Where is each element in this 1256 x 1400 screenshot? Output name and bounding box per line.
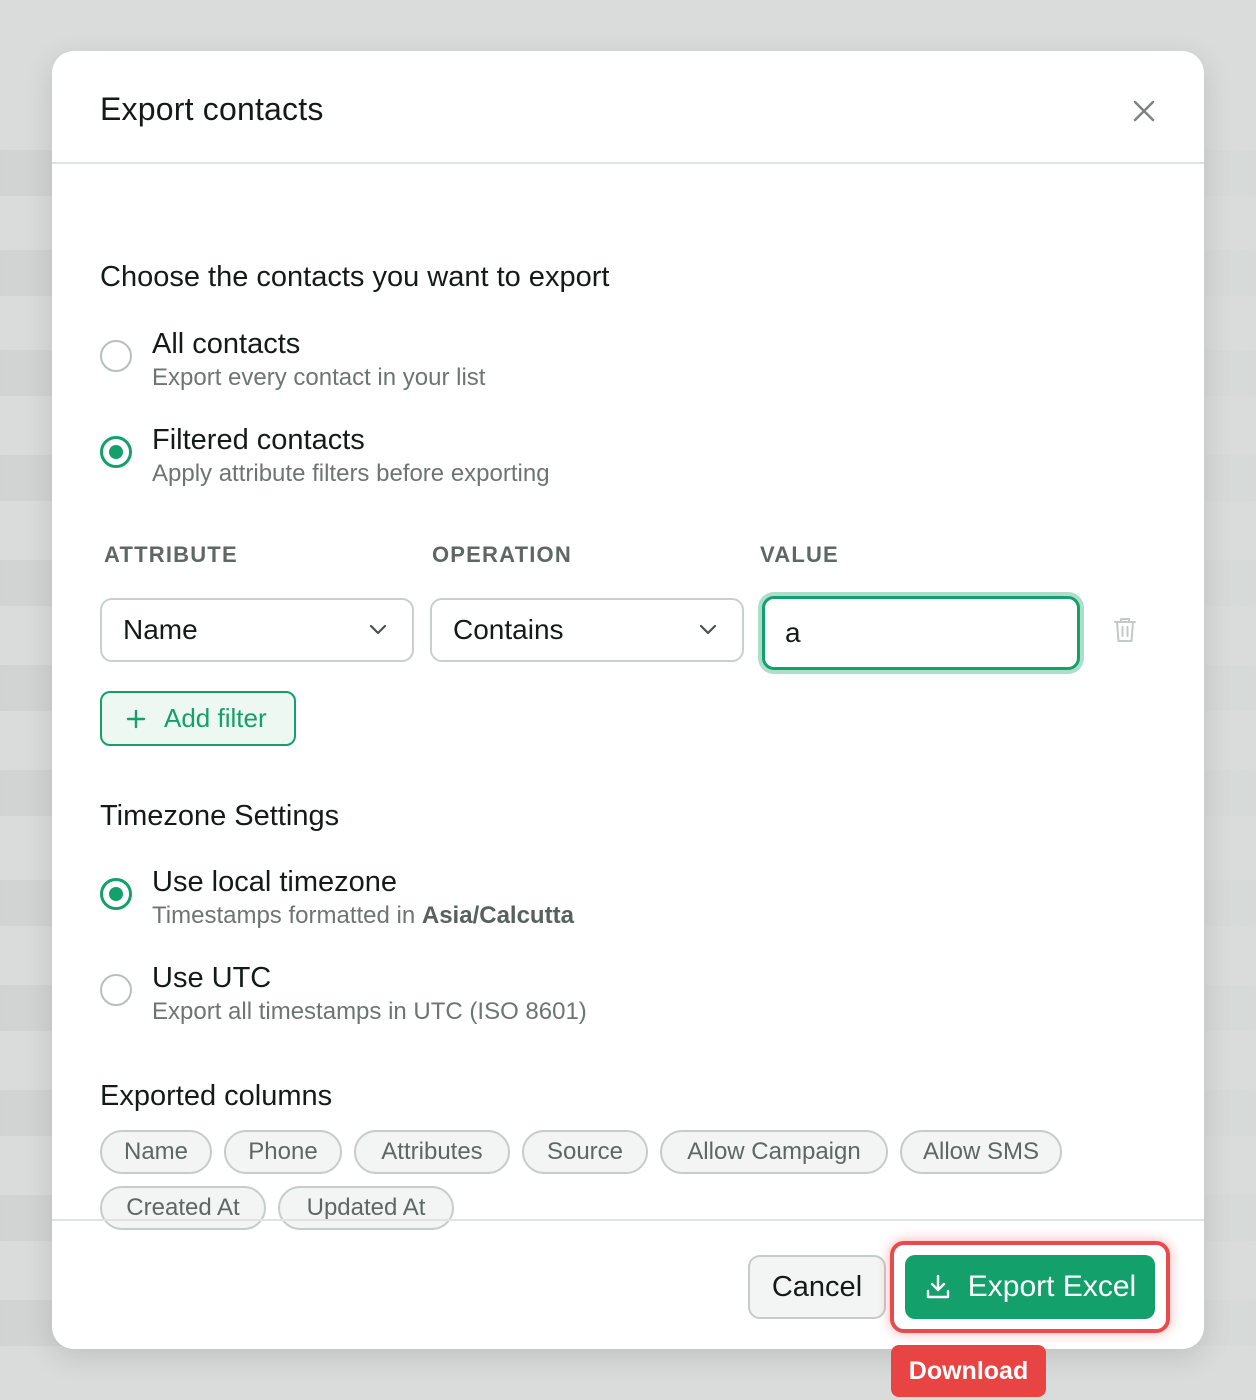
radio-filtered-contacts[interactable]: Filtered contacts Apply attribute filter… <box>100 423 550 489</box>
column-chip: Source <box>522 1130 648 1174</box>
download-tooltip: Download <box>891 1345 1046 1397</box>
value-input-wrapper <box>762 596 1080 670</box>
radio-description: Apply attribute filters before exporting <box>152 460 550 487</box>
export-excel-label: Export Excel <box>967 1270 1137 1303</box>
column-chip: Allow SMS <box>900 1130 1062 1174</box>
export-excel-button[interactable]: Export Excel <box>905 1255 1155 1319</box>
chevron-down-icon <box>699 624 717 635</box>
close-button[interactable] <box>1130 97 1158 125</box>
operation-select-value: Contains <box>453 614 564 645</box>
column-chip: Attributes <box>354 1130 510 1174</box>
value-column-header: VALUE <box>760 542 839 567</box>
column-chip: Phone <box>224 1130 342 1174</box>
columns-section-title: Exported columns <box>100 1080 333 1112</box>
radio-button[interactable] <box>100 340 132 372</box>
cancel-button[interactable]: Cancel <box>748 1255 886 1319</box>
attribute-select-value: Name <box>123 614 198 645</box>
radio-label: All contacts <box>152 328 301 360</box>
add-filter-label: Add filter <box>164 703 267 733</box>
radio-description: Export every contact in your list <box>152 364 486 391</box>
operation-select[interactable]: Contains <box>430 598 744 662</box>
contacts-section-title: Choose the contacts you want to export <box>100 261 610 293</box>
export-contacts-dialog: Export contacts Choose the contacts you … <box>52 51 1204 1349</box>
radio-label: Use local timezone <box>152 866 397 898</box>
column-chip: Name <box>100 1130 212 1174</box>
radio-button-selected[interactable] <box>100 436 132 468</box>
radio-label: Use UTC <box>152 962 272 994</box>
add-filter-button[interactable]: Add filter <box>100 691 296 746</box>
radio-all-contacts[interactable]: All contacts Export every contact in you… <box>100 327 485 393</box>
timezone-name: Asia/Calcutta <box>421 902 574 929</box>
dialog-footer: Cancel Export Excel <box>52 1219 1204 1349</box>
dialog-header: Export contacts <box>52 51 1204 164</box>
dialog-title: Export contacts <box>100 91 324 127</box>
trash-icon <box>1114 618 1136 642</box>
operation-column-header: OPERATION <box>432 542 572 567</box>
radio-description: Export all timestamps in UTC (ISO 8601) <box>152 998 587 1025</box>
radio-label: Filtered contacts <box>152 424 365 456</box>
radio-description: Timestamps formatted in Asia/Calcutta <box>152 901 574 931</box>
close-icon <box>1133 100 1155 122</box>
attribute-select[interactable]: Name <box>100 598 414 662</box>
plus-icon <box>126 709 146 728</box>
filter-value-input[interactable] <box>785 617 1077 649</box>
timezone-description-prefix: Timestamps formatted in <box>152 902 416 929</box>
delete-filter-button[interactable] <box>1112 616 1138 644</box>
radio-button-selected[interactable] <box>100 878 132 910</box>
radio-utc[interactable]: Use UTC Export all timestamps in UTC (IS… <box>100 961 587 1027</box>
timezone-section-title: Timezone Settings <box>100 800 340 832</box>
export-button-highlight: Export Excel <box>890 1241 1170 1333</box>
column-chip: Allow Campaign <box>660 1130 888 1174</box>
radio-button[interactable] <box>100 974 132 1006</box>
attribute-column-header: ATTRIBUTE <box>104 542 238 567</box>
download-icon <box>926 1274 949 1299</box>
radio-local-timezone[interactable]: Use local timezone Timestamps formatted … <box>100 865 574 931</box>
chevron-down-icon <box>369 624 387 635</box>
